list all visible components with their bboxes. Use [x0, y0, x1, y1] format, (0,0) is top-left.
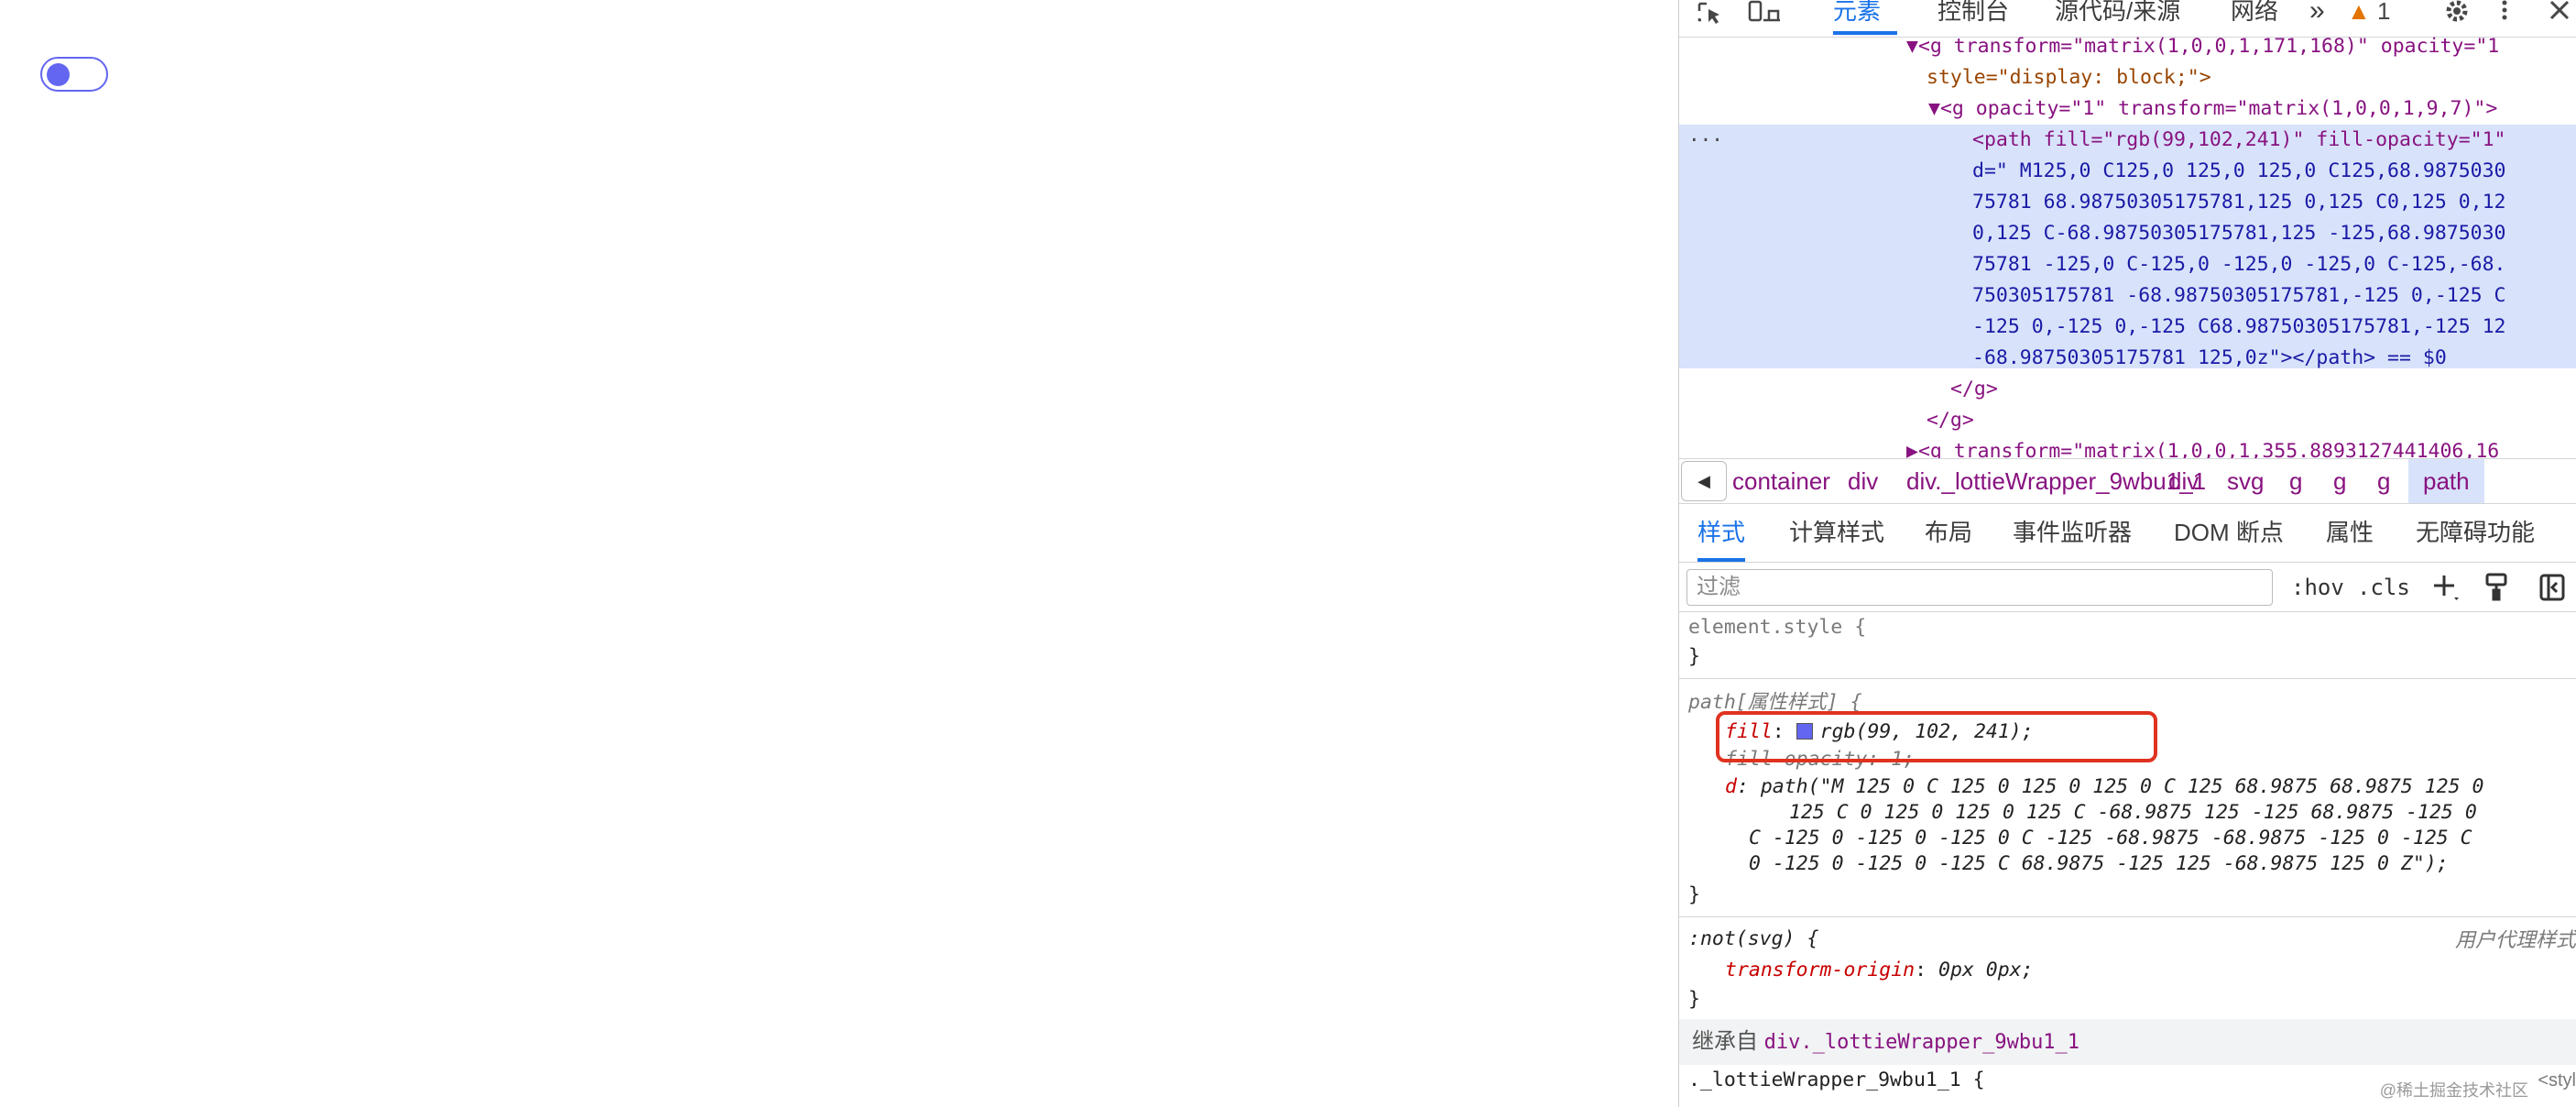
dom-tree: ··· ▼<g transform="matrix(1,0,0,1,171,16… [1679, 37, 2576, 458]
d-value-line: 125 C 0 125 0 125 0 125 C -68.9875 125 -… [1789, 801, 2477, 824]
devtools-panel: 元素 控制台 源代码/来源 网络 » ▲ 1 ··· ▼<g transform… [1678, 0, 2576, 1107]
breadcrumb-item[interactable]: g [2289, 459, 2302, 503]
gear-icon[interactable] [2443, 0, 2471, 26]
warning-counter[interactable]: ▲ 1 [2347, 0, 2390, 25]
paint-brush-icon[interactable] [2483, 572, 2511, 613]
devtools-toolbar: 元素 控制台 源代码/来源 网络 » ▲ 1 [1679, 0, 2576, 38]
breadcrumb: ◀ container div div._lottieWrapper_9wbu1… [1679, 458, 2576, 504]
dom-line: d=" M125,0 C125,0 125,0 125,0 C125,68.98… [1972, 159, 2506, 182]
tab-accessibility[interactable]: 无障碍功能 [2416, 504, 2535, 562]
breadcrumb-item[interactable]: div [1848, 459, 1878, 503]
breadcrumb-item[interactable]: g [2377, 459, 2390, 503]
inherited-from-link[interactable]: div._lottieWrapper_9wbu1_1 [1764, 1031, 2079, 1054]
inherited-from-header: 继承自 div._lottieWrapper_9wbu1_1 [1679, 1019, 2576, 1065]
tab-elements[interactable]: 元素 [1833, 0, 1897, 35]
dom-line[interactable]: ▶<g transform="matrix(1,0,0,1,355.889312… [1906, 436, 2499, 458]
tab-layout[interactable]: 布局 [1925, 504, 1972, 562]
element-style-selector[interactable]: element.style { [1688, 614, 1866, 641]
d-value-line: C -125 0 -125 0 -125 0 C -125 -68.9875 -… [1749, 827, 2472, 849]
tab-properties[interactable]: 属性 [2326, 504, 2374, 562]
tab-console[interactable]: 控制台 [1937, 0, 2009, 35]
lottie-wrapper-selector[interactable]: ._lottieWrapper_9wbu1_1 { [1688, 1067, 1985, 1094]
page-viewport [0, 0, 1678, 1107]
dom-line: 0,125 C-68.98750305175781,125 -125,68.98… [1972, 222, 2506, 245]
tab-network[interactable]: 网络 [2231, 0, 2278, 35]
styles-subtabs: 样式 计算样式 布局 事件监听器 DOM 断点 属性 无障碍功能 [1679, 504, 2576, 563]
d-value-line: 0 -125 0 -125 0 -125 C 68.9875 -125 125 … [1749, 852, 2449, 875]
user-agent-label: 用户代理样式 [2454, 928, 2576, 951]
toggle-knob [47, 62, 70, 86]
kebab-menu-icon[interactable] [2500, 0, 2509, 26]
breadcrumb-item[interactable]: g [2333, 459, 2346, 503]
dom-line[interactable]: ▼<g transform="matrix(1,0,0,1,171,168)" … [1906, 37, 2499, 62]
filter-toolbar: :hov .cls [1679, 563, 2576, 612]
dom-line-selected[interactable]: <path fill="rgb(99,102,241)" fill-opacit… [1972, 125, 2505, 156]
tab-styles[interactable]: 样式 [1697, 504, 1746, 562]
close-icon[interactable] [2548, 0, 2573, 26]
plus-icon[interactable] [2430, 572, 2461, 613]
filter-input[interactable] [1686, 569, 2273, 606]
dom-line: -125 0,-125 0,-125 C68.98750305175781,-1… [1972, 315, 2506, 338]
tab-computed[interactable]: 计算样式 [1789, 504, 1884, 562]
dom-line: 750305175781 -68.98750305175781,-125 0,-… [1972, 284, 2506, 307]
dom-line[interactable]: </g> [1950, 374, 1998, 405]
rule-close-brace: } [1688, 988, 1700, 1011]
triangle-left-icon[interactable]: ◀ [1681, 461, 1727, 501]
fill-highlight-annotation [1716, 711, 2157, 762]
rule-close-brace: } [1688, 883, 1700, 906]
node-actions-ellipsis[interactable]: ··· [1688, 125, 1723, 156]
dom-line[interactable]: ▼<g opacity="1" transform="matrix(1,0,0,… [1928, 93, 2497, 125]
dom-line: 75781 -125,0 C-125,0 -125,0 -125,0 C-125… [1972, 253, 2506, 276]
rule-close-brace: } [1688, 645, 1700, 668]
breadcrumb-item[interactable]: container [1732, 459, 1830, 503]
cls-button[interactable]: .cls [2357, 570, 2410, 605]
dom-line: 75781 68.98750305175781,125 0,125 C0,125… [1972, 191, 2506, 214]
hov-button[interactable]: :hov [2291, 570, 2344, 605]
style-source-link[interactable]: <styl [2538, 1070, 2576, 1091]
dom-line: -68.98750305175781 125,0z"></path> == $0 [1972, 346, 2447, 369]
tab-dom-breakpoints[interactable]: DOM 断点 [2174, 504, 2284, 562]
inspect-element-icon[interactable] [1696, 0, 1727, 26]
dom-line[interactable]: </g> [1927, 405, 1974, 436]
tab-event-listeners[interactable]: 事件监听器 [2013, 504, 2132, 562]
dom-line: style="display: block;"> [1927, 66, 2211, 89]
breadcrumb-item-active[interactable]: path [2408, 459, 2484, 503]
rule-divider [1679, 678, 2576, 679]
breadcrumb-item[interactable]: div [2168, 459, 2199, 503]
breadcrumb-item[interactable]: svg [2227, 459, 2264, 503]
watermark: @稀土掘金技术社区 [2379, 1081, 2528, 1100]
device-toolbar-icon[interactable] [1747, 0, 1784, 26]
warning-icon: ▲ [2347, 0, 2371, 25]
breadcrumb-item[interactable]: div._lottieWrapper_9wbu1_1 [1906, 459, 2206, 503]
transform-origin-declaration[interactable]: transform-origin: 0px 0px; [1725, 957, 2034, 984]
toggle-sidebar-icon[interactable] [2538, 572, 2566, 613]
tab-sources[interactable]: 源代码/来源 [2055, 0, 2180, 35]
toggle-switch[interactable] [40, 57, 108, 92]
d-declaration[interactable]: d: path("M 125 0 C 125 0 125 0 125 0 C 1… [1725, 773, 2483, 801]
more-tabs-icon[interactable]: » [2309, 0, 2325, 35]
rule-divider [1679, 916, 2576, 917]
not-svg-selector[interactable]: :not(svg) { [1688, 926, 1818, 953]
